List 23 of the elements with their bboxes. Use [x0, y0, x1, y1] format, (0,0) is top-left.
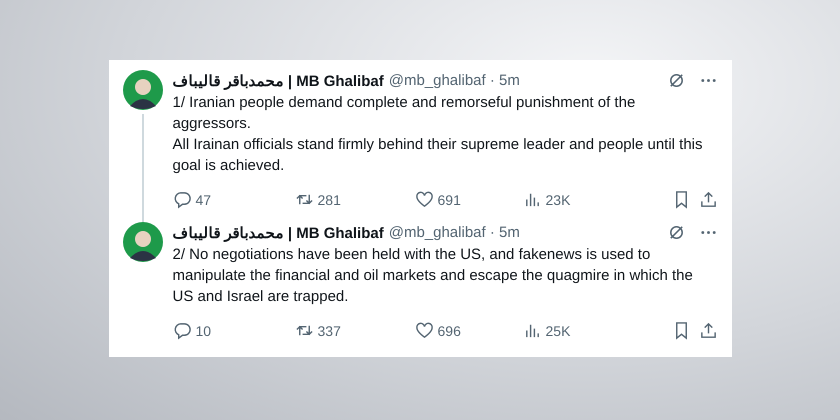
handle-time[interactable]: @mb_ghalibaf · 5m — [388, 72, 520, 89]
heart-icon[interactable] — [414, 190, 434, 209]
share-icon[interactable] — [698, 321, 718, 340]
reply-icon[interactable] — [172, 321, 192, 340]
reply-count: 47 — [196, 192, 212, 208]
tweet-text: 1/ Iranian people demand complete and remorseful punishment of the aggressors. — [172, 92, 636, 134]
view-count: 23K — [546, 192, 570, 208]
tweet-text: All Irainan officials stand firmly behind their supreme leader and people until this goal is achieved. — [172, 134, 704, 176]
repost-count: 337 — [318, 322, 341, 338]
handle-time[interactable]: @mb_ghalibaf · 5m — [388, 224, 520, 241]
repost-count: 281 — [318, 192, 341, 208]
author-name[interactable]: محمدباقر قالیباف | MB Ghalibaf — [172, 72, 384, 90]
author-name[interactable]: محمدباقر قالیباف | MB Ghalibaf — [172, 224, 384, 242]
avatar[interactable] — [122, 222, 162, 262]
share-icon[interactable] — [698, 190, 718, 209]
like-count: 696 — [438, 322, 461, 338]
view-count: 25K — [546, 322, 570, 338]
reply-icon[interactable] — [172, 190, 192, 209]
heart-icon[interactable] — [414, 321, 434, 340]
tweet-text: 2/ No negotiations have been held with the US, and fakenews is used to manipulate the financial and oil markets and escape the quagmire in which the US and Israel are trapped. — [172, 244, 694, 306]
reply-count: 10 — [196, 322, 212, 338]
avatar[interactable] — [122, 70, 162, 110]
like-count: 691 — [438, 192, 461, 208]
